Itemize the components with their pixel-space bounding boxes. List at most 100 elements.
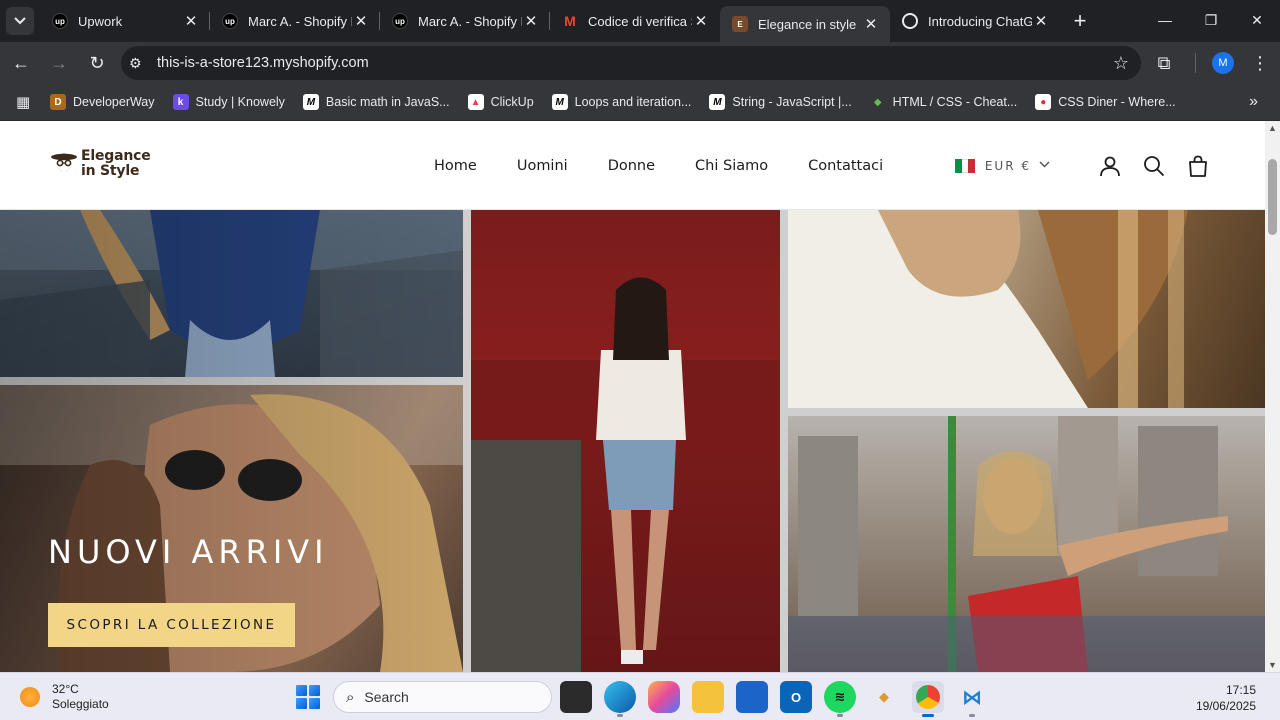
plus-icon: + (1073, 8, 1087, 33)
bookmark-item[interactable]: k Study | Knowely (172, 94, 285, 110)
search-icon[interactable] (1142, 154, 1166, 178)
copilot-icon[interactable] (648, 681, 680, 713)
apps-grid-icon[interactable]: ▦ (16, 93, 36, 111)
nav-donne[interactable]: Donne (608, 158, 655, 174)
profile-avatar[interactable]: M (1212, 52, 1234, 74)
tab-title: Codice di verifica S (588, 13, 692, 29)
task-view-icon[interactable] (560, 681, 592, 713)
bookmark-item[interactable]: ◆ HTML / CSS - Cheat... (870, 94, 1018, 110)
hero-title: NUOVI ARRIVI (48, 533, 329, 571)
tab-search-dropdown[interactable] (6, 7, 34, 35)
browser-tab[interactable]: up Marc A. - Shopify D ✕ (210, 0, 380, 42)
hero-mosaic: NUOVI ARRIVI SCOPRI LA COLLEZIONE (0, 210, 1265, 672)
more-bookmarks-icon[interactable]: » (1249, 93, 1258, 111)
vscode-icon[interactable]: ⋈ (956, 681, 988, 717)
chrome-icon[interactable] (912, 681, 944, 717)
currency-selector[interactable]: EUR € (985, 159, 1031, 173)
bookmark-item[interactable]: M Loops and iteration... (551, 94, 691, 110)
file-explorer-icon[interactable] (692, 681, 724, 713)
browser-tab[interactable]: up Marc A. - Shopify D ✕ (380, 0, 550, 42)
tab-title: Introducing ChatGP (928, 13, 1032, 29)
nav-home[interactable]: Home (434, 158, 477, 174)
reload-icon: ↻ (89, 52, 105, 73)
hat-logo-icon (51, 153, 77, 172)
new-tab-button[interactable]: + (1066, 7, 1094, 35)
outlook-icon[interactable]: O (780, 681, 812, 713)
developerway-icon: D (50, 94, 66, 110)
mdn-icon: M (709, 94, 726, 110)
spotify-icon[interactable]: ≋ (824, 681, 856, 717)
toolbar-divider (1195, 53, 1196, 73)
browser-tab[interactable]: M Codice di verifica S ✕ (550, 0, 720, 42)
minimize-button[interactable]: — (1142, 0, 1188, 40)
tab-title: Marc A. - Shopify D (248, 13, 352, 29)
taskbar-search[interactable]: ⌕ Search (333, 681, 552, 713)
more-menu-icon[interactable]: ⋮ (1248, 53, 1272, 74)
toolbar-actions: ⧉ M ⋮ (1147, 42, 1280, 84)
site-info-icon[interactable]: ⚙ (129, 55, 147, 72)
bookmark-item[interactable]: M Basic math in JavaS... (302, 94, 450, 110)
bookmark-label: String - JavaScript |... (732, 95, 852, 109)
window-controls: — ❐ ✕ (1142, 0, 1280, 40)
back-button[interactable]: ← (4, 46, 38, 80)
close-tab-icon[interactable]: ✕ (1032, 12, 1050, 30)
weather-widget[interactable]: 32°C Soleggiato (20, 682, 109, 712)
browser-toolbar: ← → ↻ ⚙ this-is-a-store123.myshopify.com… (0, 42, 1280, 84)
close-tab-icon[interactable]: ✕ (522, 12, 540, 30)
bookmark-label: Study | Knowely (195, 95, 285, 109)
tab-title: Upwork (78, 13, 123, 29)
bookmark-label: HTML / CSS - Cheat... (892, 95, 1018, 109)
close-tab-icon[interactable]: ✕ (352, 12, 370, 30)
hero-photo-woman-red-top-city (788, 416, 1265, 672)
clock-time: 17:15 (1225, 683, 1256, 697)
italy-flag-icon[interactable] (954, 158, 975, 173)
forward-button[interactable]: → (42, 46, 76, 80)
address-bar[interactable]: ⚙ this-is-a-store123.myshopify.com ☆ (121, 46, 1141, 80)
logo-text: Elegance in Style (81, 149, 151, 179)
app-icon[interactable]: ◆ (868, 681, 900, 713)
reload-button[interactable]: ↻ (80, 46, 114, 80)
arrow-left-icon: ← (12, 52, 30, 73)
page-scrollbar[interactable]: ▲ ▼ (1265, 121, 1280, 672)
bookmark-item[interactable]: M String - JavaScript |... (709, 94, 852, 110)
close-tab-icon[interactable]: ✕ (182, 12, 200, 30)
bookmark-item[interactable]: ▲ ClickUp (467, 94, 534, 110)
browser-tab[interactable]: Introducing ChatGP ✕ (890, 0, 1060, 42)
nav-uomini[interactable]: Uomini (517, 158, 568, 174)
bookmark-star-icon[interactable]: ☆ (1113, 53, 1129, 74)
chevron-down-icon[interactable] (1039, 160, 1050, 171)
url-text[interactable]: this-is-a-store123.myshopify.com (157, 55, 369, 71)
start-button[interactable] (296, 685, 320, 709)
browser-tab-active[interactable]: E Elegance in style ✕ (720, 6, 890, 42)
nav-chi-siamo[interactable]: Chi Siamo (695, 158, 768, 174)
restore-button[interactable]: ❐ (1188, 0, 1234, 40)
tab-title: Elegance in style (758, 16, 857, 32)
main-nav: Home Uomini Donne Chi Siamo Contattaci (434, 121, 923, 210)
close-window-button[interactable]: ✕ (1234, 0, 1280, 40)
upwork-icon: up (222, 13, 238, 29)
close-tab-icon[interactable]: ✕ (862, 15, 880, 33)
bookmark-item[interactable]: ● CSS Diner - Where... (1035, 94, 1176, 110)
extensions-icon[interactable]: ⧉ (1147, 53, 1181, 74)
taskbar-search-placeholder: Search (364, 689, 409, 705)
account-icon[interactable] (1098, 154, 1122, 178)
browser-tab[interactable]: up Upwork ✕ (40, 0, 210, 42)
bookmark-item[interactable]: D DeveloperWay (50, 94, 155, 110)
scroll-up-icon[interactable]: ▲ (1268, 123, 1277, 133)
bookmark-label: DeveloperWay (73, 95, 155, 109)
scrollbar-thumb[interactable] (1268, 159, 1277, 235)
close-tab-icon[interactable]: ✕ (692, 12, 710, 30)
logo-line-1: Elegance (81, 148, 151, 164)
bookmark-label: ClickUp (490, 95, 534, 109)
shop-collection-button[interactable]: SCOPRI LA COLLEZIONE (48, 603, 295, 647)
tab-list: up Upwork ✕ up Marc A. - Shopify D ✕ up … (40, 0, 1060, 42)
site-logo[interactable]: Elegance in Style (50, 149, 151, 179)
system-clock[interactable]: 17:15 19/06/2025 (1196, 682, 1256, 714)
microsoft-store-icon[interactable] (736, 681, 768, 713)
cart-bag-icon[interactable] (1186, 154, 1210, 178)
bookmark-label: CSS Diner - Where... (1058, 95, 1176, 109)
scroll-down-icon[interactable]: ▼ (1268, 660, 1277, 670)
edge-icon[interactable] (604, 681, 636, 717)
nav-contattaci[interactable]: Contattaci (808, 158, 883, 174)
hero-photo-woman-red-wall (471, 210, 780, 672)
